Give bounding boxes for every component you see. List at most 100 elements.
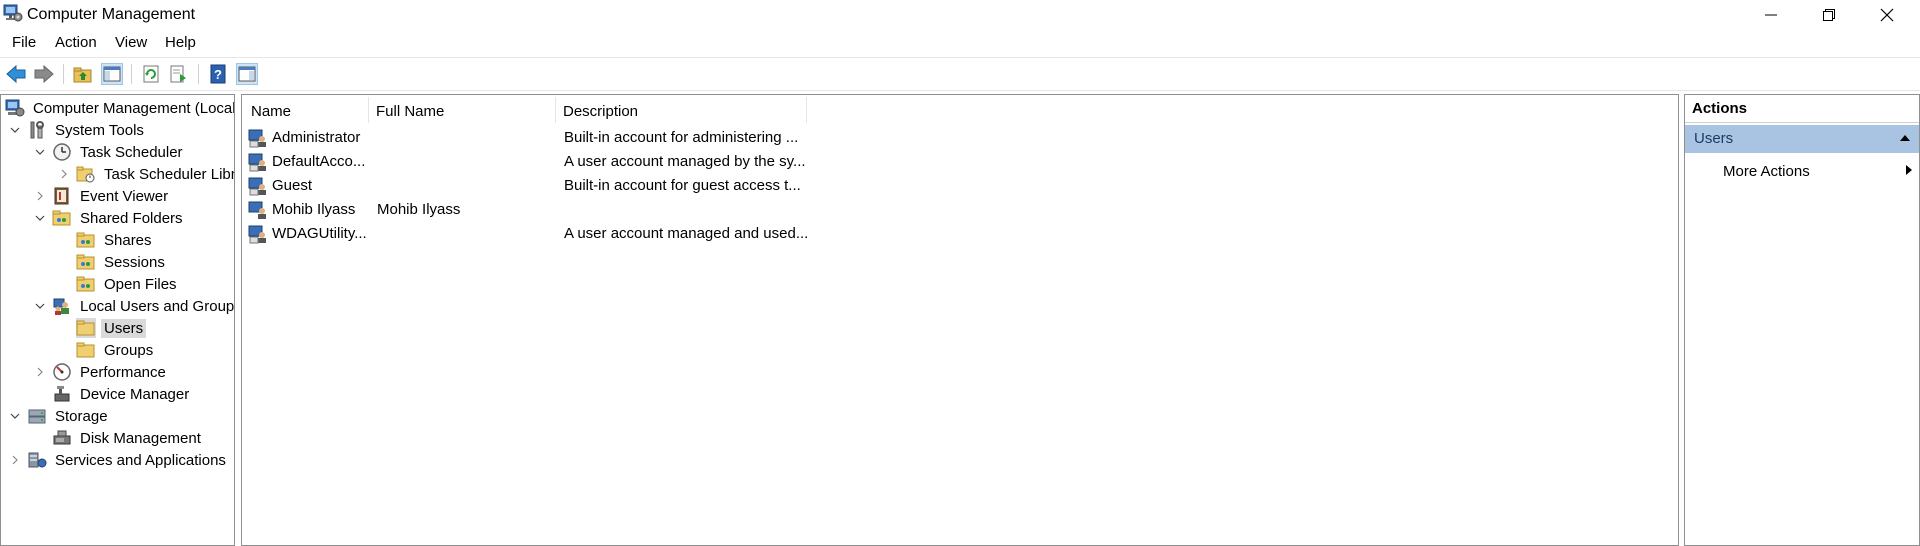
tree-label: Task Scheduler [80,143,183,161]
chevron-right-icon[interactable] [34,366,46,378]
window-title: Computer Management [27,6,196,23]
up-folder-icon [73,67,92,83]
toolbar-separator [63,64,64,84]
menu-view[interactable]: View [115,34,147,51]
chevron-down-icon[interactable] [34,146,46,158]
menu-bar: File Action View Help [0,31,1920,55]
users-group-icon [52,296,72,316]
tree-item-services-and-applications[interactable]: Services and Applications [9,449,229,471]
close-button[interactable] [1858,0,1916,30]
chevron-right-icon[interactable] [58,168,70,180]
actions-header: Actions [1685,95,1919,123]
up-one-level-button[interactable] [72,63,94,85]
export-list-button[interactable] [168,63,190,85]
tree-label: System Tools [55,121,144,139]
column-divider[interactable] [806,97,807,123]
toolbar: ? [0,57,1920,91]
folder-icon [76,318,96,338]
user-icon [248,200,268,224]
chevron-right-icon[interactable] [34,190,46,202]
table-row[interactable]: Administrator Built-in account for admin… [248,127,1048,149]
menu-action[interactable]: Action [55,34,97,51]
users-list[interactable]: Name Full Name Description Administrator… [241,94,1679,546]
help-button[interactable]: ? [207,63,229,85]
tree-label: Performance [80,363,166,381]
folder-icon [76,340,96,360]
forward-arrow-icon [34,65,54,83]
shared-folder-icon [76,252,96,272]
tree-label: Users [101,318,147,338]
toolbar-separator [198,64,199,84]
actions-pane: Actions Users More Actions [1684,94,1920,546]
back-button[interactable] [5,63,27,85]
tree-item-groups[interactable]: Groups [76,339,156,361]
tree-item-performance[interactable]: Performance [34,361,169,383]
user-icon [248,152,268,176]
column-header-description[interactable]: Description [563,103,638,120]
collapse-triangle-icon[interactable] [1899,125,1911,153]
tree-label: Computer Management (Local) [33,99,235,117]
column-divider[interactable] [368,97,369,123]
user-icon [248,224,268,248]
tree-label: Storage [55,407,108,425]
tree-item-users[interactable]: Users [76,317,147,339]
system-tools-icon [27,120,47,140]
tree-label: Sessions [104,253,165,271]
chevron-down-icon[interactable] [34,300,46,312]
tree-item-open-files[interactable]: Open Files [76,273,180,295]
actions-group-label: Users [1694,130,1734,147]
cell-description: A user account managed by the sy... [564,153,806,170]
chevron-down-icon[interactable] [34,212,46,224]
tree-label: Shared Folders [80,209,183,227]
chevron-down-icon[interactable] [9,410,21,422]
more-actions-item[interactable]: More Actions [1723,161,1913,183]
table-row[interactable]: Mohib Ilyass Mohib Ilyass [248,199,1048,221]
tree-label: Groups [104,341,154,359]
tree-item-root[interactable]: Computer Management (Local) [5,97,235,119]
tree-item-task-scheduler-library[interactable]: Task Scheduler Libra [58,163,234,185]
table-row[interactable]: DefaultAcco... A user account managed by… [248,151,1048,173]
chevron-right-icon[interactable] [9,454,21,466]
submenu-arrow-icon [1905,161,1913,183]
column-divider[interactable] [555,97,556,123]
computer-management-icon [3,3,23,23]
tree-item-task-scheduler[interactable]: Task Scheduler [34,141,186,163]
console-tree[interactable]: Computer Management (Local) System Tools… [0,94,235,546]
tree-label: Disk Management [80,429,201,447]
tree-item-local-users-and-groups[interactable]: Local Users and Groups [34,295,235,317]
disk-management-icon [52,428,72,448]
minimize-icon [1765,14,1777,16]
cell-description: A user account managed and used... [564,225,809,242]
computer-management-icon [5,98,25,118]
forward-button[interactable] [33,63,55,85]
table-row[interactable]: WDAGUtility... A user account managed an… [248,223,1048,245]
tree-label: Local Users and Groups [80,297,235,315]
column-header-name[interactable]: Name [251,103,291,120]
menu-help[interactable]: Help [165,34,196,51]
folder-clock-icon [76,164,96,184]
tree-item-shares[interactable]: Shares [76,229,155,251]
column-header-full-name[interactable]: Full Name [376,103,444,120]
tree-item-storage[interactable]: Storage [9,405,111,427]
chevron-down-icon[interactable] [9,124,21,136]
tree-label: Device Manager [80,385,190,403]
refresh-button[interactable] [140,63,162,85]
tree-item-shared-folders[interactable]: Shared Folders [34,207,186,229]
tree-item-event-viewer[interactable]: Event Viewer [34,185,171,207]
user-icon [248,176,268,200]
menu-file[interactable]: File [12,34,36,51]
restore-button[interactable] [1800,0,1858,30]
show-hide-console-tree-button[interactable] [101,63,123,85]
show-hide-action-pane-button[interactable] [236,63,258,85]
tree-item-device-manager[interactable]: Device Manager [52,383,192,405]
tree-item-sessions[interactable]: Sessions [76,251,168,273]
minimize-button[interactable] [1742,0,1800,30]
table-row[interactable]: Guest Built-in account for guest access … [248,175,1048,197]
clock-icon [52,142,72,162]
shared-folder-icon [52,208,72,228]
show-hide-console-tree-icon [103,66,121,82]
tree-item-system-tools[interactable]: System Tools [9,119,147,141]
tree-item-disk-management[interactable]: Disk Management [52,427,204,449]
actions-group-users[interactable]: Users [1685,125,1919,153]
restore-icon [1823,9,1835,21]
